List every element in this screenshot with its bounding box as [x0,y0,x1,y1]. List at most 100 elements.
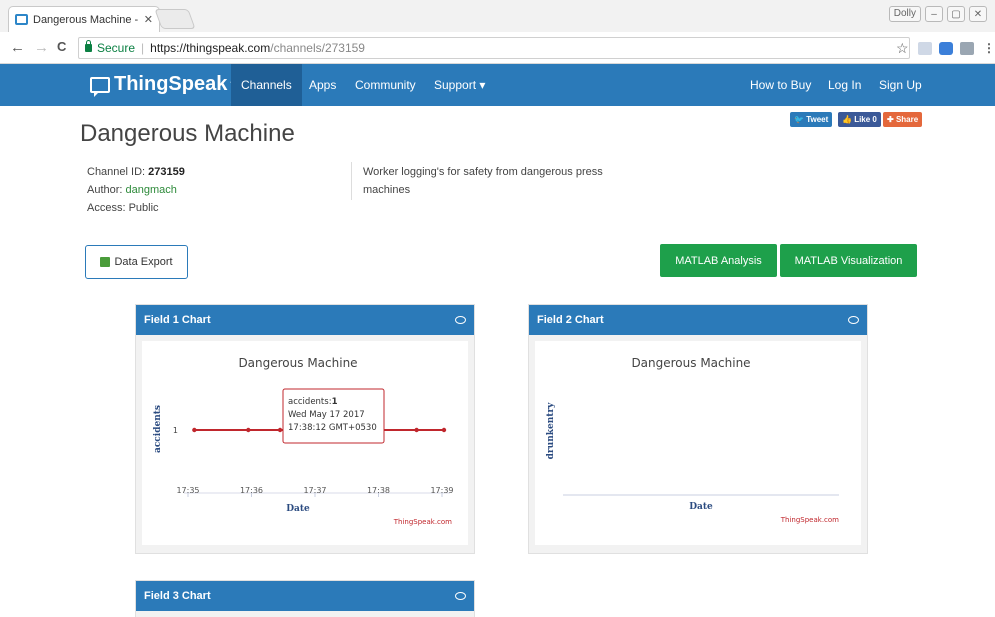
field-3-panel: Field 3 Chart [135,580,475,617]
tweet-label: Tweet [806,115,829,124]
maximize-button[interactable]: ▢ [947,6,965,22]
address-bar[interactable]: Secure | https://thingspeak.com/channels… [78,37,910,59]
field-1-title: Field 1 Chart [144,314,211,326]
matlab-analysis-button[interactable]: MATLAB Analysis [660,244,777,277]
browser-menu-icon[interactable]: ⋮ [983,41,995,55]
matlab-visualization-button[interactable]: MATLAB Visualization [780,244,917,277]
nav-how-to-buy[interactable]: How to Buy [740,64,821,106]
share-button[interactable]: ✚ Share [883,112,923,127]
chart-title: Dangerous Machine [631,356,750,370]
extension-icon[interactable] [939,42,953,55]
data-point[interactable] [414,427,419,433]
tooltip-label: accidents: [288,397,332,407]
field-2-header: Field 2 Chart [529,305,867,335]
meta-divider [351,162,352,200]
export-icon [100,257,111,267]
access-row: Access: Public [87,199,185,217]
reload-button[interactable]: C [57,39,66,54]
data-point[interactable] [192,427,197,433]
comment-icon[interactable] [848,316,859,324]
speech-bubble-icon [90,76,110,97]
channel-id-value: 273159 [148,166,185,178]
x-tick-label: 17:35 [176,486,199,495]
nav-support[interactable]: Support ▾ [424,64,495,106]
logo-text: ThingSpeak [114,73,228,95]
address-separator: | [141,41,145,55]
data-export-button[interactable]: Data Export [85,245,188,279]
bookmark-star-icon[interactable]: ☆ [896,40,909,57]
chart-title: Dangerous Machine [238,356,357,370]
data-export-label: Data Export [114,256,173,268]
x-tick-label: 17:36 [240,486,263,495]
author-row: Author: dangmach [87,181,185,199]
close-window-button[interactable]: ✕ [969,6,987,22]
nav-sign-up[interactable]: Sign Up [869,64,932,106]
tooltip-series: accidents:1 [288,397,338,407]
minimize-button[interactable]: – [925,6,943,22]
x-axis-label: Date [689,502,713,512]
x-tick-label: 17:38 [367,486,390,495]
nav-community[interactable]: Community [345,64,426,106]
browser-toolbar: ← → C Secure | https://thingspeak.com/ch… [0,32,995,64]
author-label: Author: [87,184,123,196]
extension-icon[interactable] [960,42,974,55]
field-1-header: Field 1 Chart [136,305,474,335]
y-axis-label: accidents [153,405,163,453]
window-controls: Dolly – ▢ ✕ [888,6,987,22]
page-title: Dangerous Machine [80,120,295,147]
browser-tab[interactable]: Dangerous Machine - Th ✕ [8,6,160,32]
x-tick-label: 17:37 [303,486,326,495]
field-2-chart: Dangerous Machine drunkentry Date ThingS… [535,341,861,545]
author-link[interactable]: dangmach [126,184,177,196]
field-2-chart-svg: Dangerous Machine drunkentry Date ThingS… [546,356,839,524]
tab-close-icon[interactable]: ✕ [144,13,153,26]
field-1-chart-svg: Dangerous Machine accidents 1 17:35 17:36… [153,356,454,526]
nav-channels[interactable]: Channels [231,64,302,106]
field-2-title: Field 2 Chart [537,314,604,326]
comment-icon[interactable] [455,316,466,324]
field-3-header: Field 3 Chart [136,581,474,611]
access-value: Public [128,202,159,214]
field-3-title: Field 3 Chart [144,590,211,602]
facebook-like-button[interactable]: 👍 Like 0 [838,112,881,127]
comment-icon[interactable] [455,592,466,600]
nav-log-in[interactable]: Log In [818,64,871,106]
channel-description: Worker logging's for safety from dangero… [363,166,603,196]
url-host: https://thingspeak.com [150,41,271,55]
channel-id-row: Channel ID: 273159 [87,163,185,181]
channel-meta: Channel ID: 273159 Author: dangmach Acce… [87,163,185,217]
forward-button[interactable]: → [34,39,49,56]
back-button[interactable]: ← [10,39,25,56]
browser-tabstrip: Dangerous Machine - Th ✕ Dolly – ▢ ✕ [0,0,995,32]
tooltip-value: 1 [332,397,338,407]
x-axis-label: Date [286,504,310,514]
y-axis-label: drunkentry [546,402,556,460]
data-point[interactable] [441,427,447,433]
data-point[interactable] [277,427,283,433]
share-label: Share [895,115,919,124]
thingspeak-logo[interactable]: ThingSpeak™ [90,73,238,97]
x-ticks: 17:35 17:36 17:37 17:38 17:39 [176,486,454,497]
extension-icon[interactable] [918,42,932,55]
access-label: Access: [87,202,126,214]
nav-apps[interactable]: Apps [299,64,346,106]
tweet-button[interactable]: 🐦 Tweet [790,112,833,127]
tooltip-time: 17:38:12 GMT+0530 [288,423,377,433]
like-label: Like 0 [854,115,877,124]
credit-link[interactable]: ThingSpeak.com [780,516,839,524]
field-1-chart: Dangerous Machine accidents 1 17:35 17:36… [142,341,468,545]
field-1-panel: Field 1 Chart Dangerous Machine accident… [135,304,475,554]
credit-link[interactable]: ThingSpeak.com [393,518,452,526]
profile-button[interactable]: Dolly [888,6,921,22]
y-tick-label: 1 [173,426,178,435]
lock-icon [85,40,92,52]
data-point[interactable] [246,427,251,433]
url-path: /channels/273159 [270,41,365,55]
secure-label: Secure [97,41,136,55]
chart-tooltip: accidents:1 Wed May 17 2017 17:38:12 GMT… [282,388,385,444]
site-navbar: ThingSpeak™ Channels Apps Community Supp… [0,64,995,106]
thingspeak-favicon-icon [15,14,28,25]
new-tab-button[interactable] [154,9,196,29]
x-tick-label: 17:39 [430,486,453,495]
tab-title: Dangerous Machine - Th [33,13,139,26]
